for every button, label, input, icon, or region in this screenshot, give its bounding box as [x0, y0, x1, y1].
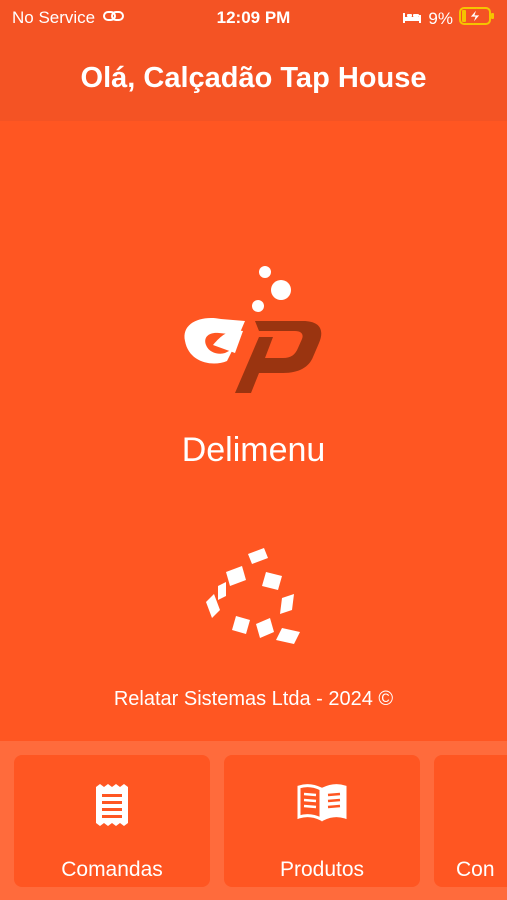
copyright-text: Relatar Sistemas Ltda - 2024 ©: [113, 688, 394, 710]
relatar-logo-icon: [196, 546, 308, 651]
status-right: 9%: [402, 7, 495, 30]
produtos-label: Produtos: [279, 858, 365, 881]
third-nav-button[interactable]: Con: [434, 755, 507, 887]
comandas-button[interactable]: Comandas: [14, 755, 210, 887]
receipt-icon: [92, 783, 132, 832]
main-content: Delimenu Relatar Sistemas Ltda - 2024 ©: [0, 121, 507, 741]
app-name: Delimenu: [181, 431, 326, 469]
open-book-icon: [297, 783, 347, 828]
battery-percent: 9%: [428, 8, 453, 28]
header: Olá, Calçadão Tap House: [0, 36, 507, 121]
battery-charging-icon: [459, 7, 495, 30]
page-title: Olá, Calçadão Tap House: [80, 62, 427, 94]
produtos-button[interactable]: Produtos: [224, 755, 420, 887]
delimenu-logo-icon: [173, 263, 333, 408]
third-nav-label: Con: [456, 858, 495, 881]
bed-icon: [402, 9, 422, 29]
bottom-nav: Comandas Produtos Con: [0, 741, 507, 900]
status-bar: No Service 12:09 PM 9%: [0, 0, 507, 36]
comandas-label: Comandas: [61, 858, 163, 881]
